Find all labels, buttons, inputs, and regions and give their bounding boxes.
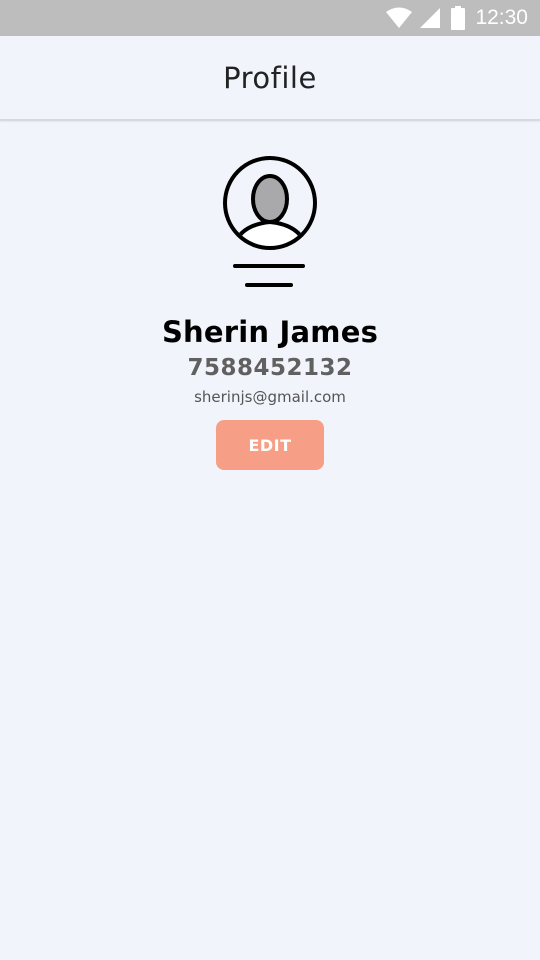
status-bar: 12:30 [0,0,540,36]
app-bar: Profile [0,36,540,121]
user-avatar-icon [222,155,318,291]
edit-button[interactable]: EDIT [216,420,324,470]
user-phone: 7588452132 [187,355,353,381]
battery-icon [451,6,466,30]
user-name: Sherin James [161,315,379,349]
status-time: 12:30 [475,6,528,29]
status-icons: 12:30 [385,0,528,36]
user-email: sherinjs@gmail.com [194,388,346,406]
page-title: Profile [223,60,317,95]
signal-icon [419,7,441,29]
profile-card: Sherin James 7588452132 sherinjs@gmail.c… [0,155,540,470]
wifi-icon [385,7,413,29]
